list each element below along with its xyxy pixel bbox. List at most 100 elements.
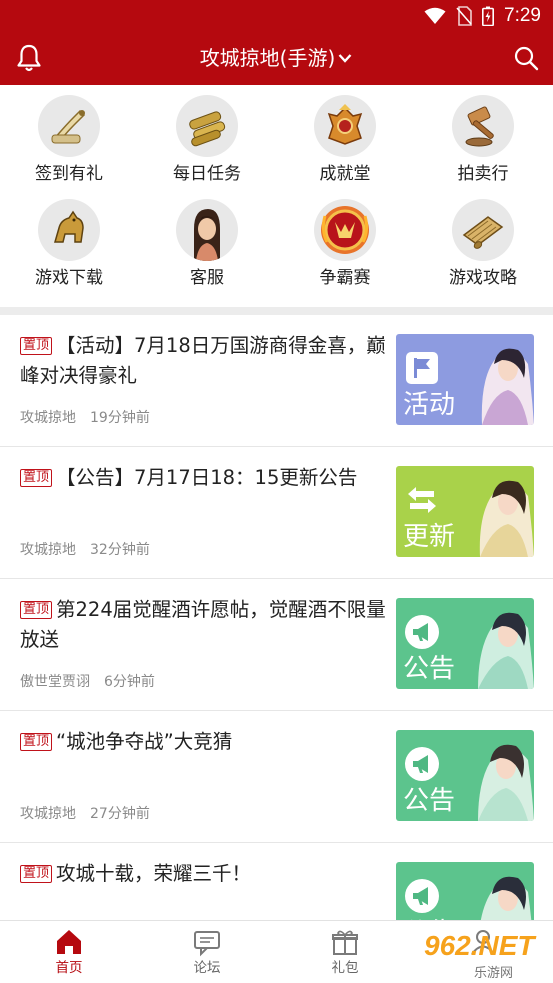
pinned-badge: 置顶: [20, 469, 53, 487]
nav-gift[interactable]: 礼包: [276, 921, 414, 983]
status-bar: 7:29: [0, 0, 553, 32]
gift-icon: [332, 930, 358, 955]
watermark-subtext: 乐游网: [474, 966, 514, 981]
news-thumbnail: 活动: [396, 334, 534, 425]
character-figure: [478, 612, 534, 689]
thumbnail-label: 公告: [403, 786, 456, 816]
game-download-icon: [38, 199, 100, 261]
chevron-down-icon: [338, 54, 352, 63]
list-item[interactable]: 置顶 【活动】7月18日万国游商得金喜，巅峰对决得豪礼 攻城掠地 19分钟前 活动: [0, 315, 553, 447]
status-time: 7:29: [504, 5, 541, 26]
megaphone-icon: [405, 615, 439, 649]
auction-gavel-icon: [452, 95, 514, 157]
list-item[interactable]: 置顶 “城池争夺战”大竞猜 攻城掠地 27分钟前 公告: [0, 711, 553, 843]
pinned-badge: 置顶: [20, 865, 53, 883]
pinned-badge: 置顶: [20, 601, 53, 619]
feature-grid: 签到有礼 每日任务 成就堂 拍卖行 游戏下载 客服 争霸赛 游戏攻略: [0, 85, 553, 307]
grid-item-championship[interactable]: 争霸赛: [276, 189, 414, 293]
news-source: 攻城掠地: [20, 806, 76, 822]
search-icon[interactable]: [513, 45, 539, 71]
pinned-badge: 置顶: [20, 733, 53, 751]
grid-label: 游戏下载: [35, 268, 103, 288]
megaphone-icon: [405, 879, 439, 913]
nav-label: 首页: [55, 960, 83, 976]
status-icons: 7:29: [424, 6, 541, 26]
thumbnail-label: 公告: [403, 654, 456, 684]
news-title-text: 【活动】7月18日万国游商得金喜，巅峰对决得豪礼: [20, 334, 386, 387]
sign-in-gift-icon: [38, 95, 100, 157]
grid-label: 争霸赛: [319, 268, 371, 288]
grid-item-achievement[interactable]: 成就堂: [276, 85, 414, 189]
watermark-text: 962.NET: [424, 930, 535, 961]
character-figure: [479, 480, 534, 557]
grid-label: 每日任务: [173, 164, 241, 184]
home-icon: [57, 930, 81, 954]
character-figure: [481, 348, 534, 425]
nav-forum[interactable]: 论坛: [138, 921, 276, 983]
thumbnail-label: 更新: [403, 522, 456, 552]
header-title-dropdown[interactable]: 攻城掠地(手游): [0, 44, 553, 72]
news-time: 32分钟前: [90, 542, 150, 558]
news-list: 置顶 【活动】7月18日万国游商得金喜，巅峰对决得豪礼 攻城掠地 19分钟前 活动 …: [0, 315, 553, 920]
news-thumbnail: 公告: [396, 862, 534, 920]
app-header: 攻城掠地(手游): [0, 32, 553, 85]
grid-label: 客服: [190, 268, 224, 288]
pinned-badge: 置顶: [20, 337, 53, 355]
megaphone-icon: [405, 747, 439, 781]
character-figure: [478, 744, 534, 821]
grid-item-daily-task[interactable]: 每日任务: [138, 85, 276, 189]
championship-icon: [314, 199, 376, 261]
news-time: 19分钟前: [90, 410, 150, 426]
list-item[interactable]: 置顶 第224届觉醒酒许愿帖，觉醒酒不限量放送 傲世堂贾诩 6分钟前 公告: [0, 579, 553, 711]
grid-item-customer-service[interactable]: 客服: [138, 189, 276, 293]
forum-icon: [194, 931, 220, 957]
list-item[interactable]: 置顶攻城十载，荣耀三千！ 公告: [0, 843, 553, 920]
game-guide-icon: [452, 199, 514, 261]
grid-item-sign-in[interactable]: 签到有礼: [0, 85, 138, 189]
thumbnail-label: 活动: [403, 390, 456, 420]
nav-home[interactable]: 首页: [0, 921, 138, 983]
grid-label: 游戏攻略: [449, 268, 517, 288]
page-title: 攻城掠地(手游): [199, 46, 336, 70]
news-thumbnail: 更新: [396, 466, 534, 557]
battery-charging-icon: [482, 6, 495, 26]
news-title-text: 第224届觉醒酒许愿帖，觉醒酒不限量放送: [20, 598, 386, 651]
grid-item-auction[interactable]: 拍卖行: [414, 85, 552, 189]
customer-service-icon: [176, 199, 238, 261]
news-time: 27分钟前: [90, 806, 150, 822]
grid-item-guide[interactable]: 游戏攻略: [414, 189, 552, 293]
daily-task-icon: [176, 95, 238, 157]
news-thumbnail: 公告: [396, 598, 534, 689]
wifi-icon: [424, 7, 446, 24]
news-source: 攻城掠地: [20, 410, 76, 426]
news-title: 置顶 “城池争夺战”大竞猜: [20, 727, 390, 757]
news-meta: 傲世堂贾诩 6分钟前: [20, 671, 169, 691]
no-sim-icon: [456, 6, 472, 26]
news-source: 攻城掠地: [20, 542, 76, 558]
section-divider: [0, 307, 553, 315]
news-title: 置顶 攻城十载，荣耀三千！: [20, 859, 390, 889]
news-meta: 攻城掠地 27分钟前: [20, 803, 164, 823]
site-watermark: 962.NET 乐游网: [412, 926, 548, 981]
swap-arrows-icon: [408, 487, 436, 513]
news-title: 置顶 【公告】7月17日18：15更新公告: [20, 463, 390, 493]
news-source: 傲世堂贾诩: [20, 674, 90, 690]
grid-label: 签到有礼: [35, 164, 103, 184]
achievement-hall-icon: [314, 95, 376, 157]
grid-label: 成就堂: [319, 164, 371, 184]
news-time: 6分钟前: [104, 674, 155, 690]
news-title: 置顶 【活动】7月18日万国游商得金喜，巅峰对决得豪礼: [20, 331, 390, 391]
nav-label: 论坛: [193, 960, 221, 976]
character-figure: [480, 876, 532, 920]
nav-label: 礼包: [331, 960, 359, 976]
news-title-text: “城池争夺战”大竞猜: [56, 730, 233, 753]
news-title-text: 攻城十载，荣耀三千！: [56, 862, 252, 885]
grid-label: 拍卖行: [457, 164, 509, 184]
grid-item-download[interactable]: 游戏下载: [0, 189, 138, 293]
news-title-text: 【公告】7月17日18：15更新公告: [56, 466, 358, 489]
news-thumbnail: 公告: [396, 730, 534, 821]
news-meta: 攻城掠地 19分钟前: [20, 407, 164, 427]
flag-icon: [406, 352, 438, 384]
list-item[interactable]: 置顶 【公告】7月17日18：15更新公告 攻城掠地 32分钟前 更新: [0, 447, 553, 579]
news-title: 置顶 第224届觉醒酒许愿帖，觉醒酒不限量放送: [20, 595, 390, 655]
